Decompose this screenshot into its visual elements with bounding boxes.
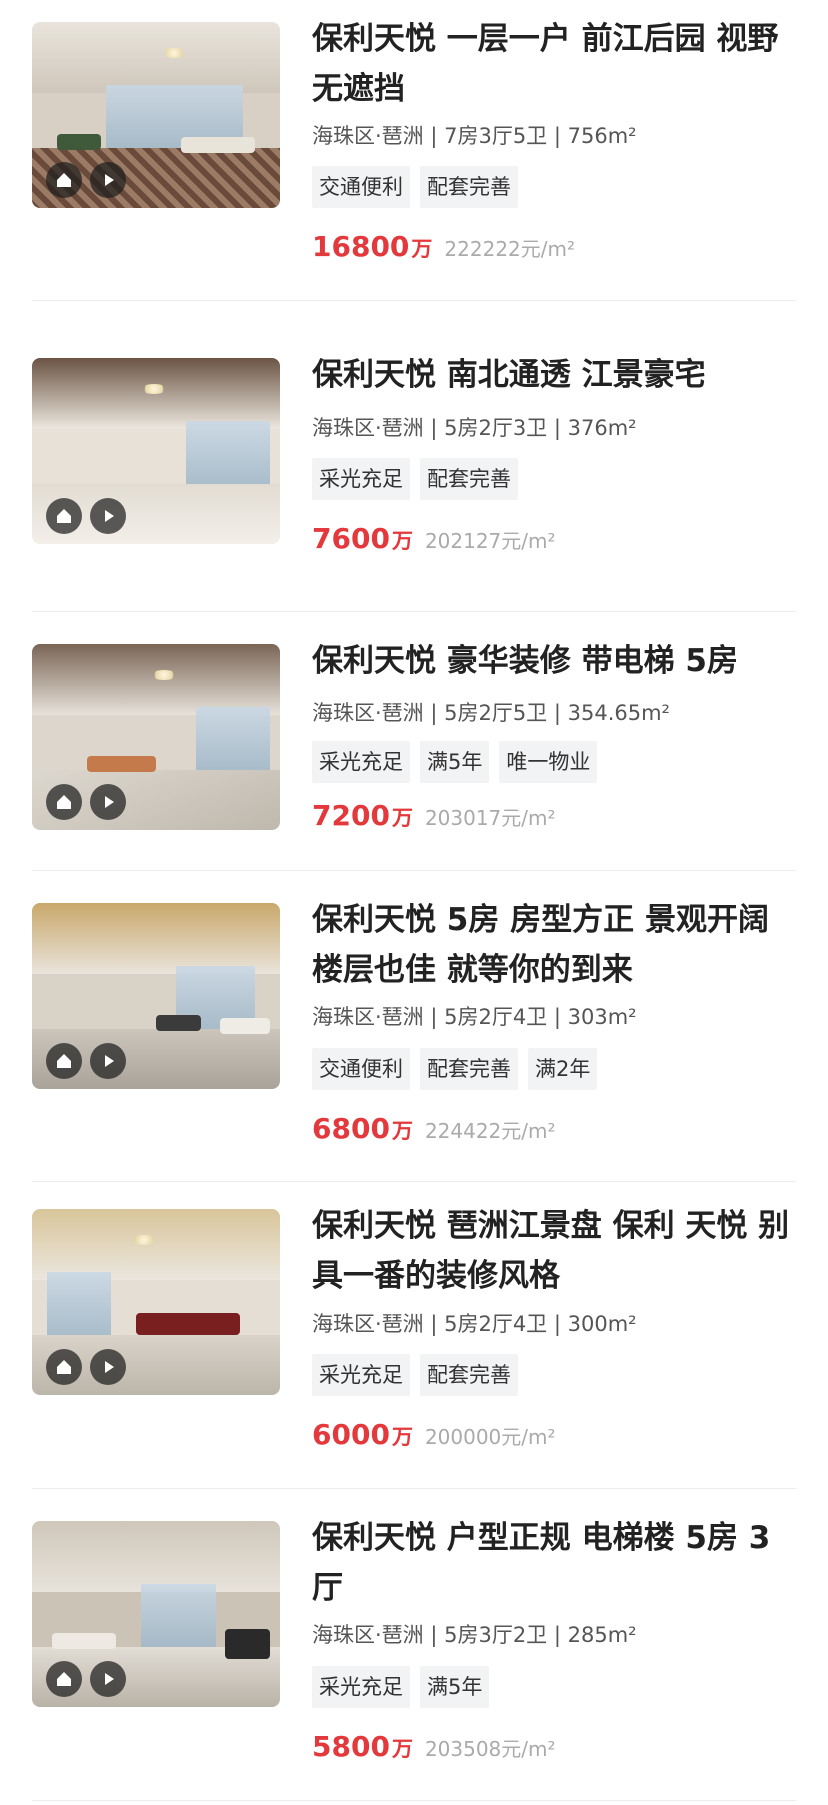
listing-title[interactable]: 保利天悦 南北通透 江景豪宅 (312, 350, 796, 400)
unit-price: 203508元/m² (424, 1737, 556, 1761)
divider (32, 1800, 796, 1801)
listing-list: 保利天悦 一层一户 前江后园 视野无遮挡 海珠区·琶洲 | 7房3厅5卫 | 7… (0, 0, 828, 1805)
listing-tags: 采光充足 配套完善 (312, 458, 518, 500)
unit-price: 200000元/m² (424, 1425, 556, 1449)
tag: 采光充足 (312, 458, 410, 500)
listing-title[interactable]: 保利天悦 琶洲江景盘 保利 天悦 别具一番的装修风格 (312, 1201, 796, 1301)
listing-meta: 海珠区·琶洲 | 5房2厅3卫 | 376m² (312, 416, 637, 440)
total-price: 7200 (312, 799, 390, 832)
listing-tags: 采光充足 配套完善 (312, 1354, 518, 1396)
listing-meta: 海珠区·琶洲 | 7房3厅5卫 | 756m² (312, 124, 637, 148)
tag: 满2年 (528, 1048, 598, 1090)
tag: 唯一物业 (499, 741, 598, 783)
play-icon[interactable] (90, 498, 126, 534)
tag: 交通便利 (312, 1048, 410, 1090)
price-unit: 万 (391, 1737, 413, 1761)
price-row: 16800 万 222222元/m² (312, 230, 575, 263)
total-price: 6800 (312, 1112, 390, 1145)
listing-title[interactable]: 保利天悦 户型正规 电梯楼 5房 3厅 (312, 1513, 796, 1613)
divider (32, 1488, 796, 1489)
vr-house-icon[interactable] (46, 784, 82, 820)
listing-tags: 采光充足 满5年 (312, 1666, 490, 1708)
listing-photo[interactable] (32, 644, 280, 830)
tag: 满5年 (420, 741, 490, 783)
unit-price: 203017元/m² (424, 806, 556, 830)
play-icon[interactable] (90, 784, 126, 820)
tag: 采光充足 (312, 741, 410, 783)
vr-house-icon[interactable] (46, 1043, 82, 1079)
divider (32, 611, 796, 612)
price-unit: 万 (391, 806, 413, 830)
vr-house-icon[interactable] (46, 498, 82, 534)
total-price: 7600 (312, 522, 390, 555)
listing-photo[interactable] (32, 903, 280, 1089)
tag: 配套完善 (420, 1354, 518, 1396)
play-icon[interactable] (90, 162, 126, 198)
unit-price: 224422元/m² (424, 1119, 556, 1143)
tag: 配套完善 (420, 1048, 518, 1090)
divider (32, 300, 796, 301)
price-unit: 万 (391, 1119, 413, 1143)
listing-tags: 采光充足 满5年 唯一物业 (312, 741, 598, 783)
play-icon[interactable] (90, 1349, 126, 1385)
listing-title[interactable]: 保利天悦 豪华装修 带电梯 5房 (312, 636, 796, 686)
total-price: 5800 (312, 1730, 390, 1763)
price-unit: 万 (391, 529, 413, 553)
listing-tags: 交通便利 配套完善 (312, 166, 518, 208)
vr-house-icon[interactable] (46, 162, 82, 198)
play-icon[interactable] (90, 1043, 126, 1079)
listing-meta: 海珠区·琶洲 | 5房2厅4卫 | 300m² (312, 1312, 637, 1336)
listing-meta: 海珠区·琶洲 | 5房3厅2卫 | 285m² (312, 1623, 637, 1647)
divider (32, 1181, 796, 1182)
total-price: 6000 (312, 1418, 390, 1451)
price-unit: 万 (411, 237, 433, 261)
listing-title[interactable]: 保利天悦 一层一户 前江后园 视野无遮挡 (312, 14, 796, 114)
vr-house-icon[interactable] (46, 1349, 82, 1385)
price-row: 6000 万 200000元/m² (312, 1418, 556, 1451)
price-row: 7600 万 202127元/m² (312, 522, 556, 555)
vr-house-icon[interactable] (46, 1661, 82, 1697)
listing-photo[interactable] (32, 22, 280, 208)
listing-meta: 海珠区·琶洲 | 5房2厅4卫 | 303m² (312, 1005, 637, 1029)
listing-title[interactable]: 保利天悦 5房 房型方正 景观开阔 楼层也佳 就等你的到来 (312, 895, 796, 995)
tag: 采光充足 (312, 1354, 410, 1396)
price-row: 5800 万 203508元/m² (312, 1730, 556, 1763)
divider (32, 870, 796, 871)
tag: 配套完善 (420, 166, 518, 208)
tag: 采光充足 (312, 1666, 410, 1708)
tag: 交通便利 (312, 166, 410, 208)
tag: 满5年 (420, 1666, 490, 1708)
unit-price: 202127元/m² (424, 529, 556, 553)
play-icon[interactable] (90, 1661, 126, 1697)
listing-meta: 海珠区·琶洲 | 5房2厅5卫 | 354.65m² (312, 701, 670, 725)
tag: 配套完善 (420, 458, 518, 500)
unit-price: 222222元/m² (444, 237, 576, 261)
listing-photo[interactable] (32, 1209, 280, 1395)
listing-photo[interactable] (32, 358, 280, 544)
total-price: 16800 (312, 230, 410, 263)
price-row: 7200 万 203017元/m² (312, 799, 556, 832)
price-unit: 万 (391, 1425, 413, 1449)
listing-photo[interactable] (32, 1521, 280, 1707)
price-row: 6800 万 224422元/m² (312, 1112, 556, 1145)
listing-tags: 交通便利 配套完善 满2年 (312, 1048, 598, 1090)
